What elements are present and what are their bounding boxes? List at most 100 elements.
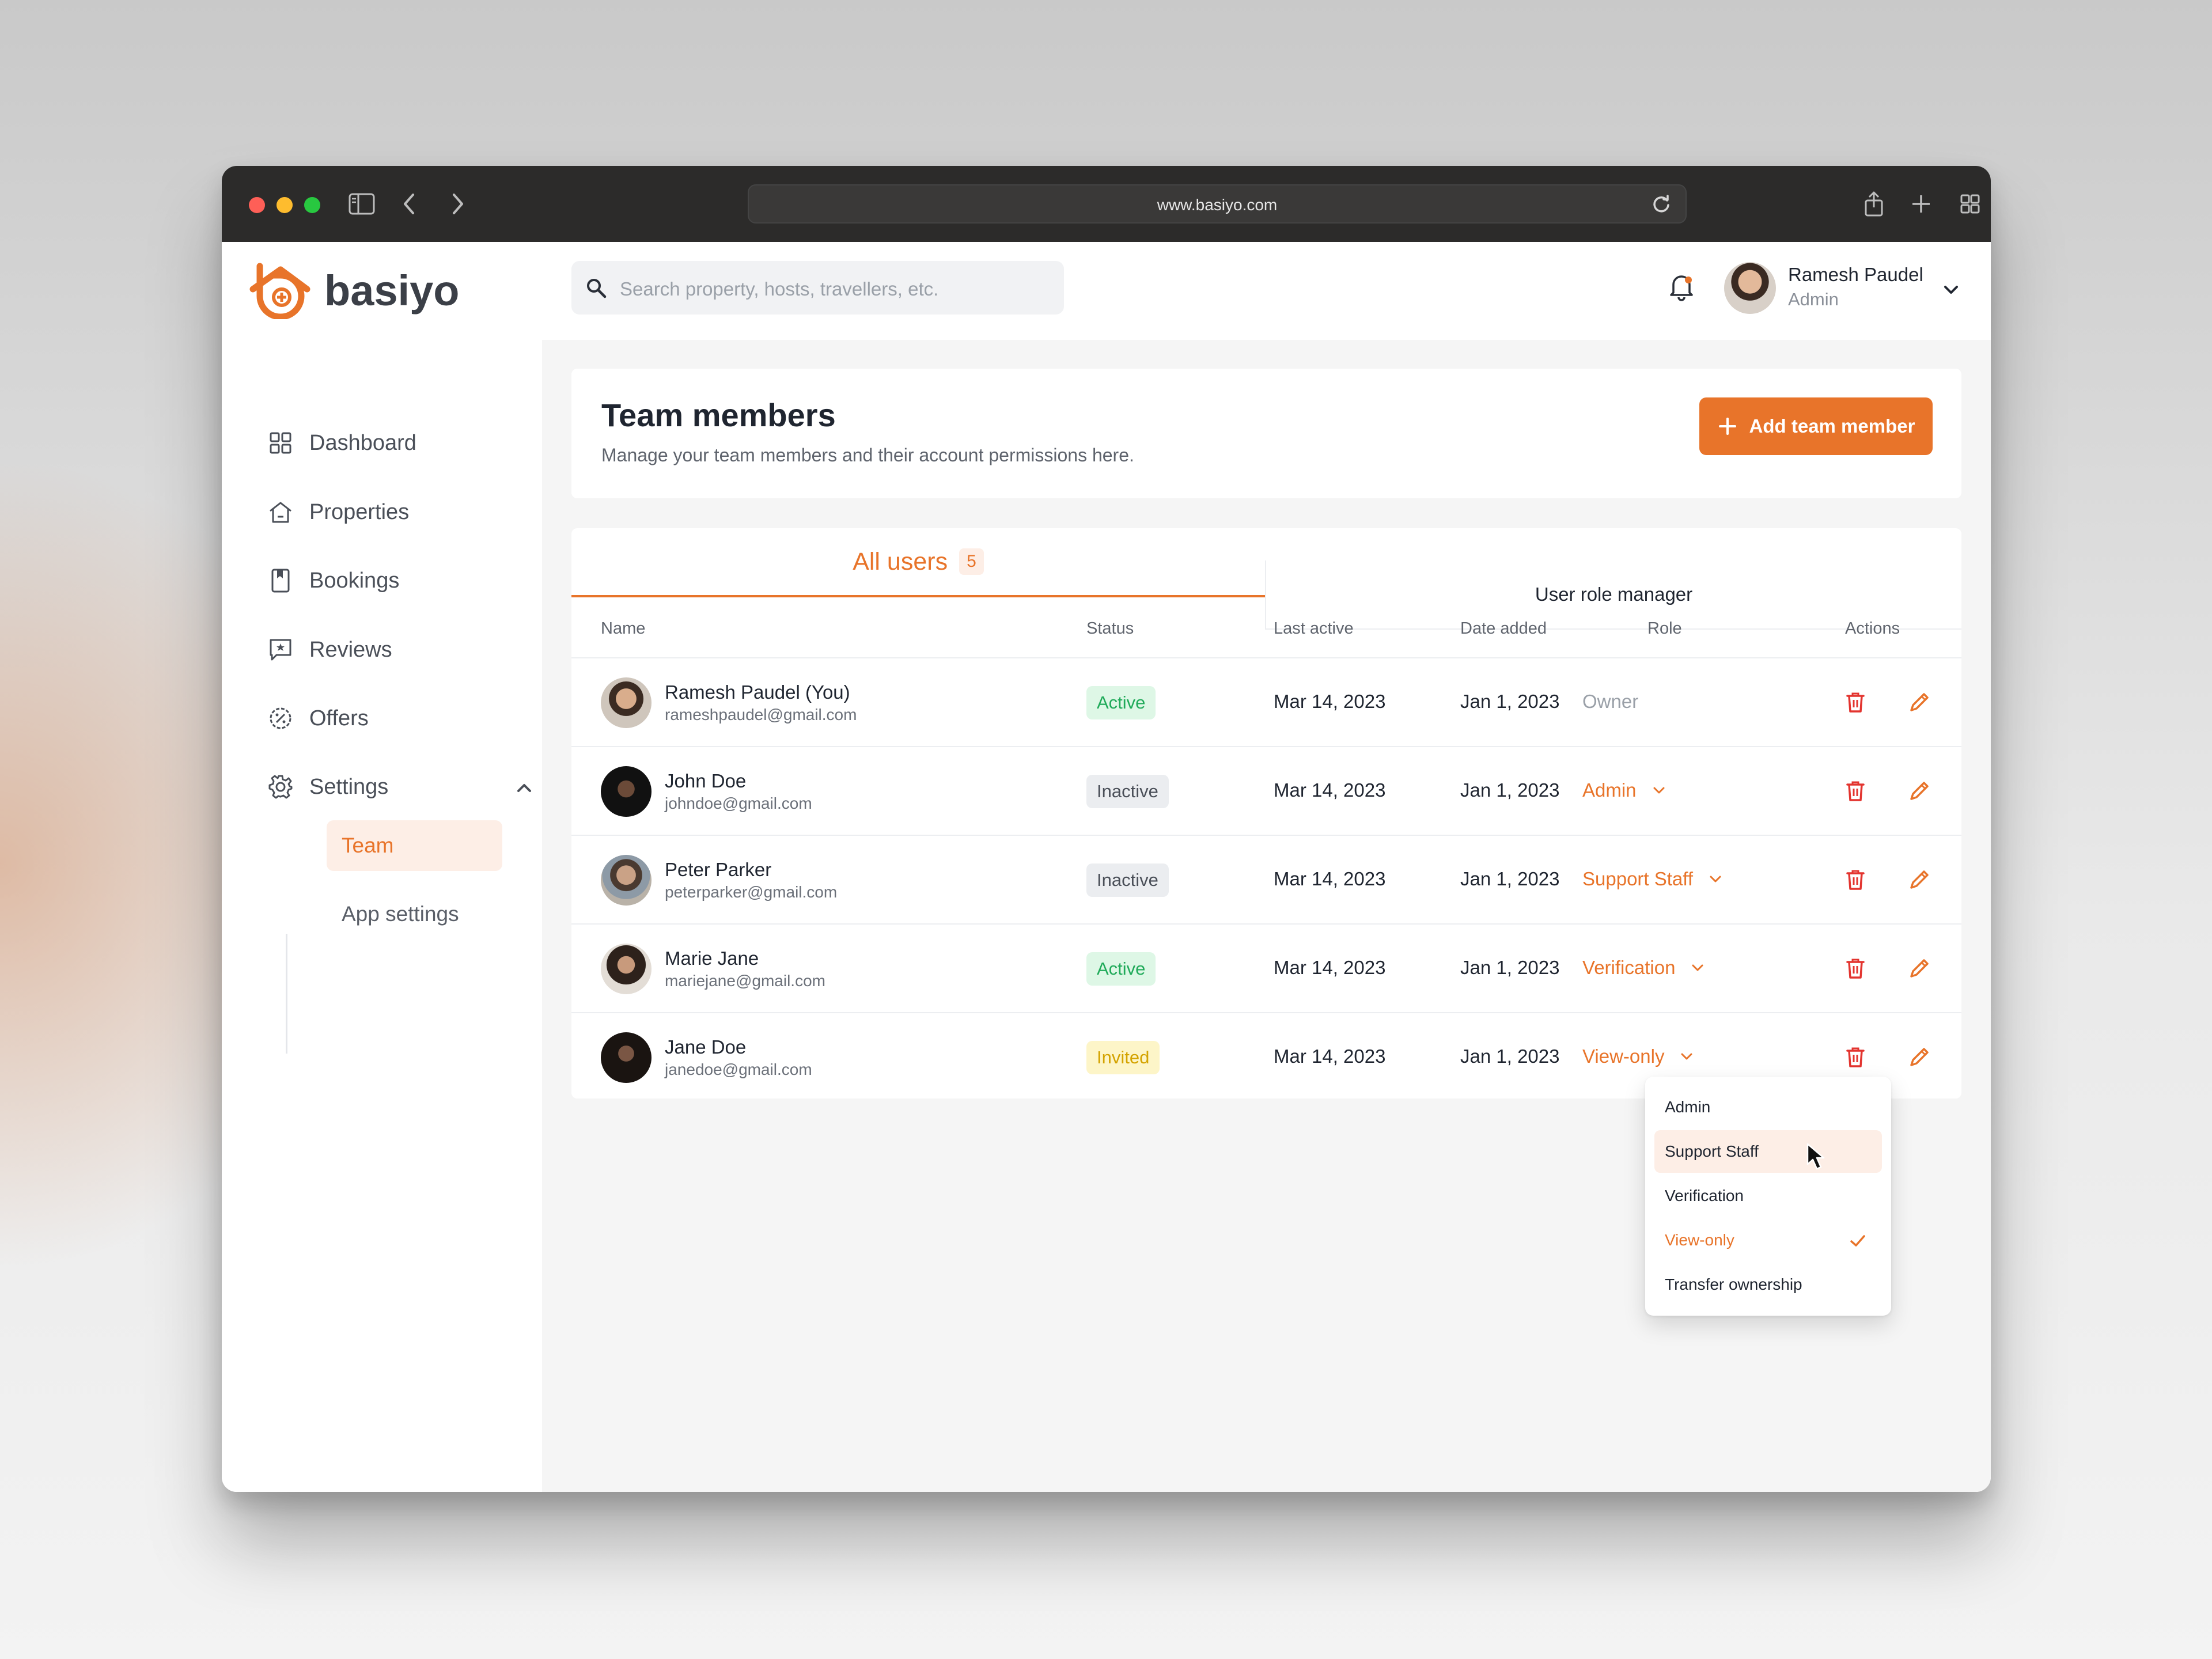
avatar[interactable] bbox=[1724, 262, 1776, 314]
back-icon[interactable] bbox=[392, 187, 426, 221]
status-badge: Active bbox=[1086, 686, 1156, 719]
gear-icon bbox=[268, 774, 293, 800]
trash-icon[interactable] bbox=[1844, 957, 1867, 980]
dropdown-option-view-only[interactable]: View-only bbox=[1654, 1219, 1882, 1262]
sidebar-item-label: Bookings bbox=[309, 568, 400, 593]
pencil-icon[interactable] bbox=[1908, 691, 1931, 714]
pencil-icon[interactable] bbox=[1908, 868, 1931, 891]
role-select[interactable]: Admin bbox=[1582, 779, 1666, 801]
address-bar[interactable]: www.basiyo.com bbox=[748, 184, 1687, 224]
option-label: View-only bbox=[1665, 1231, 1734, 1249]
page-subtitle: Manage your team members and their accou… bbox=[601, 445, 1134, 465]
date-added: Jan 1, 2023 bbox=[1460, 691, 1560, 712]
avatar bbox=[601, 677, 652, 728]
trash-icon[interactable] bbox=[1844, 691, 1867, 714]
pencil-icon[interactable] bbox=[1908, 1046, 1931, 1069]
status-badge: Inactive bbox=[1086, 863, 1169, 897]
sidebar-item-settings[interactable]: Settings bbox=[268, 767, 531, 807]
sidebar-subitem-team[interactable]: Team bbox=[327, 820, 502, 871]
member-name: Marie Jane bbox=[665, 948, 759, 969]
share-icon[interactable] bbox=[1857, 187, 1891, 221]
chevron-down-icon bbox=[1692, 964, 1703, 971]
new-tab-icon[interactable] bbox=[1904, 187, 1938, 221]
review-icon bbox=[268, 637, 293, 662]
avatar bbox=[601, 944, 652, 994]
last-active: Mar 14, 2023 bbox=[1274, 957, 1386, 978]
column-header-actions: Actions bbox=[1845, 619, 1900, 638]
check-icon bbox=[1850, 1235, 1865, 1247]
last-active: Mar 14, 2023 bbox=[1274, 1046, 1386, 1067]
role-text: View-only bbox=[1582, 1046, 1665, 1067]
chevron-down-icon[interactable] bbox=[1941, 280, 1961, 300]
pencil-icon[interactable] bbox=[1908, 957, 1931, 980]
member-email: janedoe@gmail.com bbox=[665, 1060, 812, 1078]
team-table: All users 5 User role manager Name Statu… bbox=[571, 528, 1961, 1099]
browser-toolbar: www.basiyo.com bbox=[222, 166, 1991, 242]
logo[interactable]: basiyo bbox=[249, 262, 459, 319]
role-select[interactable]: Support Staff bbox=[1582, 868, 1723, 890]
close-window-button[interactable] bbox=[249, 197, 265, 213]
sidebar-item-label: Offers bbox=[309, 706, 369, 730]
page-header: Team members Manage your team members an… bbox=[571, 369, 1961, 498]
trash-icon[interactable] bbox=[1844, 1046, 1867, 1069]
main-content: Team members Manage your team members an… bbox=[542, 340, 1991, 1492]
sidebar-item-reviews[interactable]: Reviews bbox=[268, 630, 392, 670]
table-row: John Doe johndoe@gmail.com Inactive Mar … bbox=[571, 746, 1961, 835]
role-text: Admin bbox=[1582, 779, 1637, 801]
trash-icon[interactable] bbox=[1844, 868, 1867, 891]
logo-text: basiyo bbox=[324, 266, 460, 315]
user-role: Admin bbox=[1788, 289, 1839, 309]
reload-icon[interactable] bbox=[1650, 192, 1673, 215]
forward-icon[interactable] bbox=[441, 187, 475, 221]
tab-overview-icon[interactable] bbox=[1953, 187, 1987, 221]
column-header-role: Role bbox=[1647, 619, 1682, 638]
member-email: peterparker@gmail.com bbox=[665, 883, 838, 901]
sidebar-toggle-icon[interactable] bbox=[344, 187, 379, 221]
role-select[interactable]: View-only bbox=[1582, 1046, 1694, 1067]
role-text: Verification bbox=[1582, 957, 1676, 978]
status-badge: Active bbox=[1086, 952, 1156, 986]
tab-all-users[interactable]: All users 5 bbox=[571, 528, 1265, 597]
dropdown-option-support-staff[interactable]: Support Staff bbox=[1654, 1130, 1882, 1173]
table-row: Peter Parker peterparker@gmail.com Inact… bbox=[571, 835, 1961, 923]
dropdown-option-verification[interactable]: Verification bbox=[1654, 1175, 1882, 1217]
date-added: Jan 1, 2023 bbox=[1460, 957, 1560, 978]
role-select[interactable]: Verification bbox=[1582, 957, 1705, 979]
column-header-last-active: Last active bbox=[1274, 619, 1354, 638]
role-text: Support Staff bbox=[1582, 868, 1694, 889]
sidebar-item-properties[interactable]: Properties bbox=[268, 492, 409, 532]
role-dropdown-menu: Admin Support Staff Verification View-on… bbox=[1645, 1077, 1891, 1316]
chevron-down-icon bbox=[1681, 1053, 1692, 1060]
submenu-line bbox=[286, 934, 287, 1054]
search-icon bbox=[587, 279, 607, 298]
search-bar[interactable]: Search property, hosts, travellers, etc. bbox=[571, 261, 1064, 315]
add-team-member-button[interactable]: Add team member bbox=[1699, 397, 1933, 455]
bell-icon[interactable] bbox=[1664, 270, 1699, 304]
status-badge: Inactive bbox=[1086, 775, 1169, 808]
maximize-window-button[interactable] bbox=[304, 197, 320, 213]
chevron-down-icon bbox=[1653, 787, 1665, 794]
chevron-up-icon[interactable] bbox=[514, 778, 534, 798]
add-button-label: Add team member bbox=[1749, 415, 1915, 437]
member-email: mariejane@gmail.com bbox=[665, 972, 825, 990]
minimize-window-button[interactable] bbox=[276, 197, 293, 213]
member-name: Peter Parker bbox=[665, 859, 772, 880]
date-added: Jan 1, 2023 bbox=[1460, 868, 1560, 889]
chevron-down-icon bbox=[1710, 876, 1721, 882]
dropdown-option-transfer-ownership[interactable]: Transfer ownership bbox=[1654, 1263, 1882, 1306]
sidebar-subitem-app-settings[interactable]: App settings bbox=[327, 889, 502, 940]
column-header-date-added: Date added bbox=[1460, 619, 1547, 638]
role-text: Owner bbox=[1582, 691, 1639, 712]
trash-icon[interactable] bbox=[1844, 779, 1867, 802]
pencil-icon[interactable] bbox=[1908, 779, 1931, 802]
avatar bbox=[601, 766, 652, 817]
sidebar-item-bookings[interactable]: Bookings bbox=[268, 560, 399, 601]
search-input[interactable]: Search property, hosts, travellers, etc. bbox=[620, 278, 938, 300]
sidebar-item-dashboard[interactable]: Dashboard bbox=[268, 423, 416, 463]
date-added: Jan 1, 2023 bbox=[1460, 779, 1560, 801]
column-header-status: Status bbox=[1086, 619, 1134, 638]
member-name: John Doe bbox=[665, 770, 747, 791]
sidebar-item-offers[interactable]: Offers bbox=[268, 698, 369, 738]
dropdown-option-admin[interactable]: Admin bbox=[1654, 1086, 1882, 1128]
top-bar: basiyo Search property, hosts, traveller… bbox=[222, 242, 1991, 340]
